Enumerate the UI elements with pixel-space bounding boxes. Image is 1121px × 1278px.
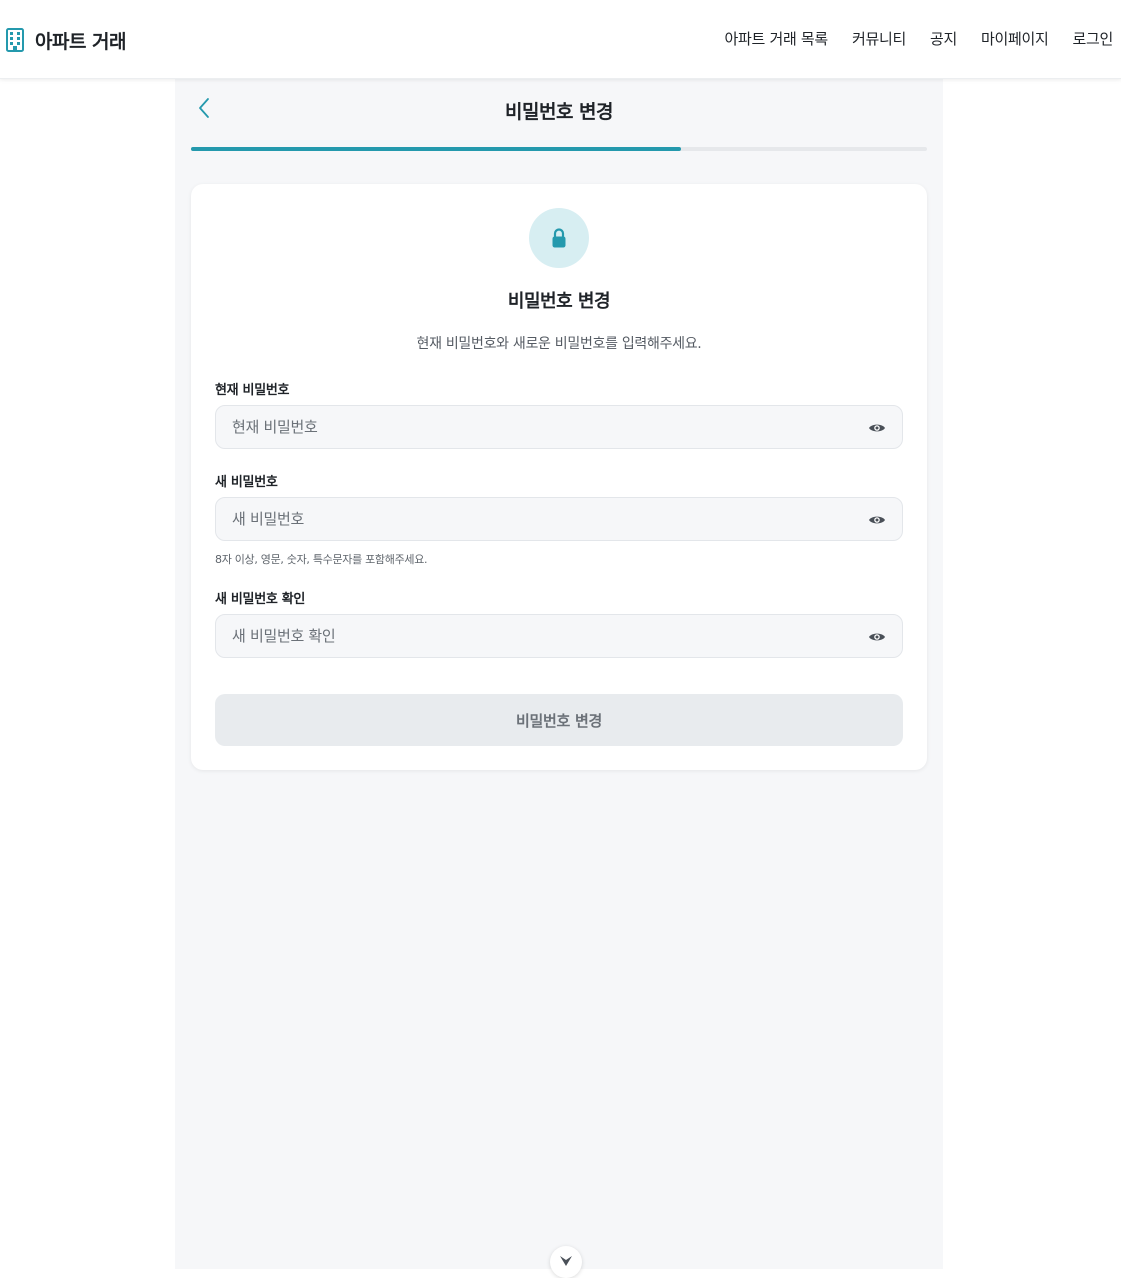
confirm-password-label: 새 비밀번호 확인 <box>215 592 306 607</box>
scroll-down-button[interactable] <box>550 1246 582 1278</box>
show-password-eye-icon[interactable] <box>868 511 886 529</box>
chevron-down-icon <box>560 1256 572 1266</box>
current-password-field <box>215 405 903 449</box>
show-password-eye-icon[interactable] <box>868 419 886 437</box>
apartment-building-icon <box>6 28 24 52</box>
new-password-label: 새 비밀번호 <box>215 475 278 490</box>
step-progress-fill <box>191 147 682 151</box>
brand-logo-link[interactable]: 아파트 거래 <box>6 27 127 53</box>
step-progress-bar <box>191 147 927 151</box>
lock-icon-badge <box>529 208 589 268</box>
password-change-card: 비밀번호 변경 현재 비밀번호와 새로운 비밀번호를 입력해주세요. 현재 비밀… <box>191 184 927 770</box>
nav-item-community[interactable]: 커뮤니티 <box>852 28 906 49</box>
show-password-eye-icon[interactable] <box>868 628 886 646</box>
main-nav: 아파트 거래 목록 커뮤니티 공지 마이페이지 로그인 <box>725 28 1114 49</box>
brand-name: 아파트 거래 <box>35 30 127 53</box>
current-password-input[interactable] <box>216 406 856 448</box>
page-header: 비밀번호 변경 <box>175 79 943 145</box>
main-content-column: 비밀번호 변경 비밀번호 변경 현재 비밀번호와 새로운 비밀번호를 입력해주세… <box>175 79 943 1269</box>
new-password-input[interactable] <box>216 498 856 540</box>
nav-item-apartment-list[interactable]: 아파트 거래 목록 <box>725 28 829 49</box>
page-title: 비밀번호 변경 <box>505 101 614 123</box>
card-title: 비밀번호 변경 <box>507 291 611 312</box>
new-password-field <box>215 497 903 541</box>
change-password-button[interactable]: 비밀번호 변경 <box>215 694 903 746</box>
nav-item-mypage[interactable]: 마이페이지 <box>981 28 1049 49</box>
confirm-password-field <box>215 614 903 658</box>
top-navigation-bar: 아파트 거래 아파트 거래 목록 커뮤니티 공지 마이페이지 로그인 <box>0 0 1121 79</box>
new-password-hint: 8자 이상, 영문, 숫자, 특수문자를 포함해주세요. <box>215 553 428 566</box>
lock-icon <box>552 228 566 248</box>
nav-item-notice[interactable]: 공지 <box>930 28 957 49</box>
nav-item-login[interactable]: 로그인 <box>1072 28 1113 49</box>
current-password-label: 현재 비밀번호 <box>215 383 290 398</box>
card-description: 현재 비밀번호와 새로운 비밀번호를 입력해주세요. <box>416 336 702 352</box>
confirm-password-input[interactable] <box>216 615 856 657</box>
